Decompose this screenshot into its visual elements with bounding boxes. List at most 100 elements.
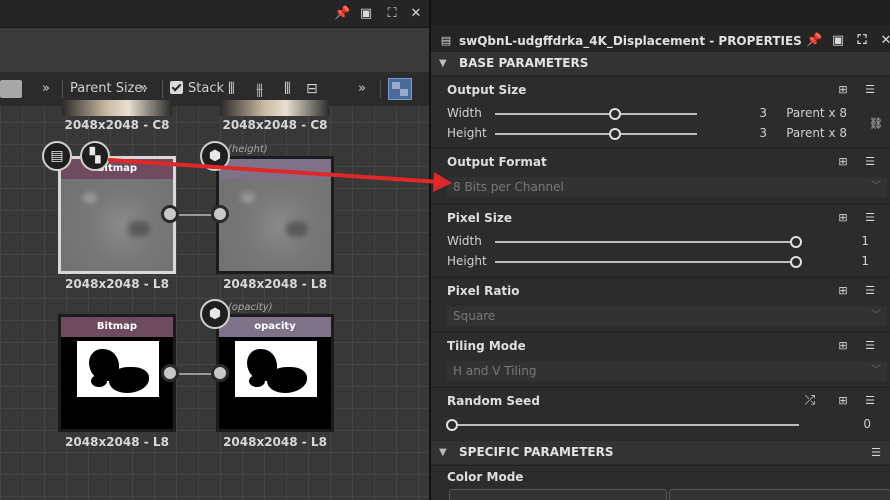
- input-port[interactable]: [211, 364, 229, 382]
- group-title: Tiling Mode: [447, 339, 526, 353]
- maximize-icon[interactable]: ⛶: [384, 6, 400, 22]
- menu-icon[interactable]: ☰: [869, 446, 883, 460]
- graph-panel-header: 📌 ▣ ⛶ ✕: [0, 0, 430, 28]
- chevron-down-icon: ﹀: [871, 181, 881, 192]
- random-seed-group: Random Seed ⤮ ⊞ ☰ 0: [431, 387, 890, 439]
- properties-header: ▤ swQbnL-udgffdrka_4K_Displacement - PRO…: [431, 27, 890, 53]
- menu-icon[interactable]: ☰: [863, 339, 877, 353]
- height-node[interactable]: [216, 156, 334, 274]
- chevron-down-icon: ﹀: [871, 365, 881, 376]
- width-value[interactable]: 1: [831, 234, 869, 248]
- group-title: Output Size: [447, 83, 527, 97]
- connect-icon[interactable]: ⊞: [836, 83, 850, 97]
- close-icon[interactable]: ✕: [408, 6, 424, 22]
- section-title: BASE PARAMETERS: [459, 56, 589, 70]
- base-parameters-header[interactable]: ▼ BASE PARAMETERS: [431, 52, 890, 75]
- document-icon[interactable]: ▤: [42, 141, 72, 171]
- menu-icon[interactable]: ☰: [863, 284, 877, 298]
- height-label: Height: [447, 254, 487, 268]
- properties-title: swQbnL-udgffdrka_4K_Displacement - PROPE…: [459, 34, 802, 48]
- dropdown-value: H and V Tiling: [453, 364, 537, 378]
- node-thumbnail-partial: [220, 100, 330, 116]
- group-title: Pixel Size: [447, 211, 512, 225]
- grid-display-icon[interactable]: [388, 78, 412, 100]
- pixel-ratio-dropdown[interactable]: Square ﹀: [447, 306, 887, 326]
- height-relative: Parent x 8: [786, 126, 847, 140]
- menu-icon[interactable]: ☰: [863, 155, 877, 169]
- shuffle-icon[interactable]: ⤮: [803, 394, 817, 408]
- toolbar-overflow-right[interactable]: »: [358, 72, 366, 106]
- connect-icon[interactable]: ⊞: [836, 339, 850, 353]
- connect-icon[interactable]: ⊞: [836, 211, 850, 225]
- connect-icon[interactable]: ⊞: [836, 284, 850, 298]
- grayscale-mode-button[interactable]: [669, 489, 890, 500]
- height-slider-track[interactable]: [495, 261, 797, 263]
- group-title: Color Mode: [447, 470, 524, 484]
- seed-value[interactable]: 0: [831, 417, 871, 431]
- tiling-mode-dropdown[interactable]: H and V Tiling ﹀: [447, 361, 887, 381]
- node-size-label: 2048x2048 - C8: [222, 118, 328, 132]
- menu-icon[interactable]: ☰: [863, 83, 877, 97]
- width-slider-track[interactable]: [495, 113, 697, 115]
- node-title: [219, 159, 331, 179]
- maximize-icon[interactable]: ⛶: [855, 34, 869, 48]
- menu-icon[interactable]: ☰: [863, 211, 877, 225]
- height-value[interactable]: 3: [731, 126, 767, 140]
- height-slider-track[interactable]: [495, 133, 697, 135]
- dropdown-value: 8 Bits per Channel: [453, 180, 564, 194]
- width-slider-knob[interactable]: [790, 236, 802, 248]
- tiling-mode-group: Tiling Mode ⊞ ☰ H and V Tiling ﹀: [431, 332, 890, 386]
- toolbar-overflow-left[interactable]: »: [42, 72, 50, 106]
- height-value[interactable]: 1: [831, 254, 869, 268]
- checker-icon[interactable]: ▚: [80, 141, 110, 171]
- dropdown-value: Square: [453, 309, 496, 323]
- checkbox-checked-icon: [170, 81, 183, 94]
- node-size-label: 2048x2048 - L8: [223, 435, 327, 449]
- width-slider-track[interactable]: [495, 241, 797, 243]
- bitmap-node[interactable]: Bitmap: [58, 314, 176, 432]
- restore-icon[interactable]: ▣: [831, 34, 845, 48]
- properties-panel: ▤ swQbnL-udgffdrka_4K_Displacement - PRO…: [431, 0, 890, 500]
- group-title: Random Seed: [447, 394, 540, 408]
- output-port[interactable]: [161, 205, 179, 223]
- menu-icon[interactable]: ☰: [863, 394, 877, 408]
- output-format-group: Output Format ⊞ ☰ 8 Bits per Channel ﹀: [431, 148, 890, 202]
- pin-icon[interactable]: 📌: [806, 34, 822, 48]
- collapse-arrow-icon: ▼: [439, 447, 447, 458]
- connect-icon[interactable]: ⊞: [836, 394, 850, 408]
- cube-icon[interactable]: ⬢: [200, 141, 230, 171]
- color-mode-button[interactable]: [449, 489, 667, 500]
- close-icon[interactable]: ✕: [879, 34, 890, 48]
- toolbar-separator: [380, 80, 381, 98]
- height-label: Height: [447, 126, 487, 140]
- width-slider-knob[interactable]: [609, 108, 622, 120]
- stack-checkbox[interactable]: Stack: [170, 72, 224, 106]
- node-size-label: 2048x2048 - L8: [65, 277, 169, 291]
- pixel-size-group: Pixel Size ⊞ ☰ Width 1 Height 1: [431, 204, 890, 274]
- width-relative: Parent x 8: [786, 106, 847, 120]
- restore-icon[interactable]: ▣: [358, 6, 374, 22]
- output-format-dropdown[interactable]: 8 Bits per Channel ﹀: [447, 177, 887, 197]
- toolbar-separator: [162, 80, 163, 98]
- bitmap-node[interactable]: Bitmap: [58, 156, 176, 274]
- height-slider-knob[interactable]: [609, 128, 622, 140]
- connect-icon[interactable]: ⊞: [836, 155, 850, 169]
- group-title: Output Format: [447, 155, 547, 169]
- pin-icon[interactable]: 📌: [334, 6, 350, 22]
- output-size-group: Output Size ⊞ ☰ Width 3 Parent x 8 Heigh…: [431, 76, 890, 146]
- specific-parameters-header[interactable]: ▼ SPECIFIC PARAMETERS ☰: [431, 441, 890, 464]
- frame-button[interactable]: [0, 80, 22, 98]
- link-icon[interactable]: ⛓: [869, 117, 883, 131]
- seed-slider-knob[interactable]: [446, 419, 458, 431]
- seed-slider-track[interactable]: [453, 424, 799, 426]
- width-value[interactable]: 3: [731, 106, 767, 120]
- opacity-node[interactable]: opacity: [216, 314, 334, 432]
- output-port[interactable]: [161, 364, 179, 382]
- node-param-label: (height): [228, 144, 268, 155]
- cube-icon[interactable]: ⬢: [200, 299, 230, 329]
- chevron-down-icon: ﹀: [871, 310, 881, 321]
- height-slider-knob[interactable]: [790, 256, 802, 268]
- properties-top-strip: [431, 0, 890, 26]
- input-port[interactable]: [211, 205, 229, 223]
- node-param-label: (opacity): [228, 302, 273, 313]
